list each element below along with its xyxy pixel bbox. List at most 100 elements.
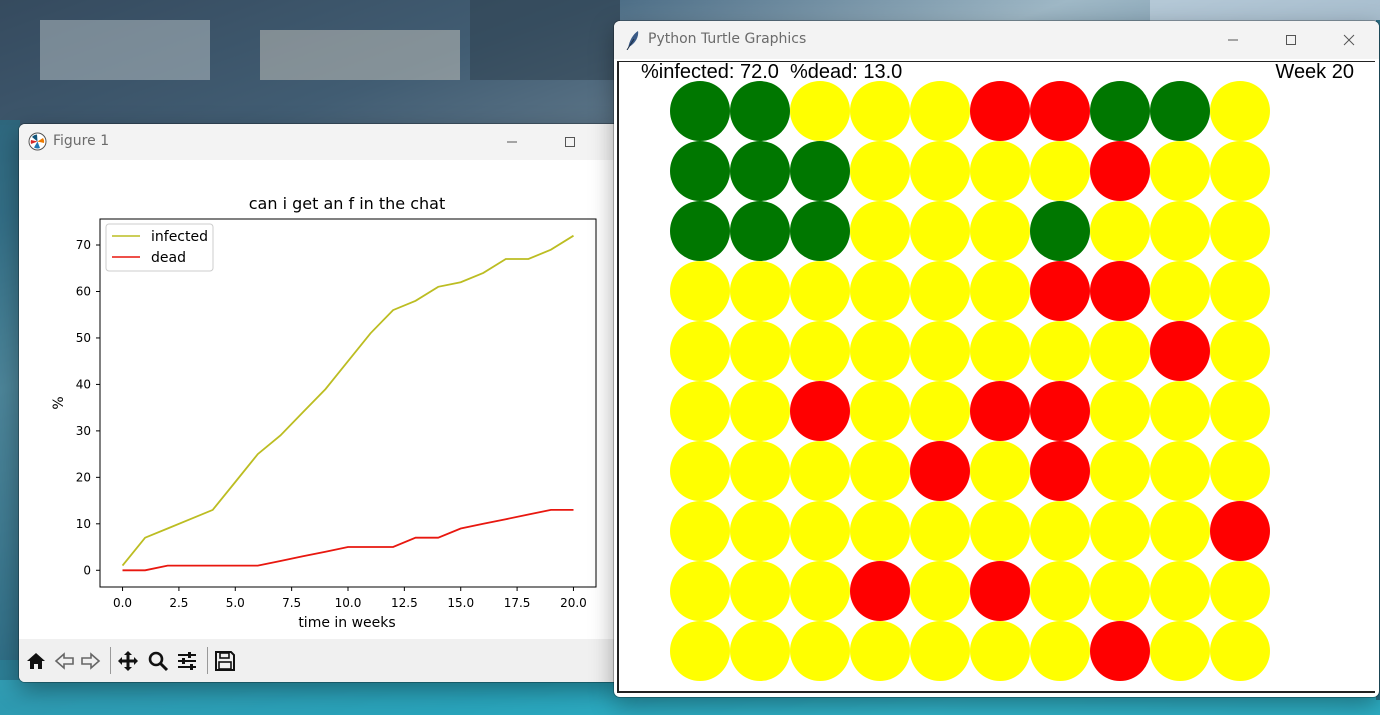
figure-window: Figure 1 can i get an f in the chat 0.0 2… xyxy=(19,124,619,682)
infected-dot xyxy=(670,321,730,381)
feather-icon xyxy=(625,30,641,51)
infected-dot xyxy=(1210,621,1270,681)
infected-dot xyxy=(790,81,850,141)
infected-dot xyxy=(970,141,1030,201)
infected-dot xyxy=(790,261,850,321)
infected-dot xyxy=(1210,321,1270,381)
infected-dot xyxy=(850,201,910,261)
x-tick-label: 0.0 xyxy=(113,596,132,610)
infected-dot xyxy=(670,441,730,501)
close-icon[interactable] xyxy=(1334,21,1364,59)
infected-dot xyxy=(730,561,790,621)
infected-dot xyxy=(1090,381,1150,441)
infected-dot xyxy=(1150,441,1210,501)
infected-dot xyxy=(910,501,970,561)
y-tick-label: 60 xyxy=(76,284,91,298)
infected-dot xyxy=(850,441,910,501)
dead-dot xyxy=(1090,621,1150,681)
y-tick-label: 10 xyxy=(76,517,91,531)
minimize-icon[interactable] xyxy=(1218,21,1248,59)
infected-dot xyxy=(1150,381,1210,441)
y-tick-label: 0 xyxy=(83,563,91,577)
x-tick-label: 15.0 xyxy=(447,596,474,610)
infected-dot xyxy=(910,561,970,621)
infected-dot xyxy=(970,201,1030,261)
dead-dot xyxy=(1030,381,1090,441)
healthy-dot xyxy=(670,141,730,201)
infected-dot xyxy=(1030,501,1090,561)
dead-dot xyxy=(1030,441,1090,501)
infected-dot xyxy=(970,441,1030,501)
infected-dot xyxy=(970,621,1030,681)
infected-dot xyxy=(850,261,910,321)
infected-dot xyxy=(850,81,910,141)
configure-subplots-icon[interactable] xyxy=(175,649,199,673)
legend-dead-label: dead xyxy=(151,250,186,266)
forward-arrow-icon[interactable] xyxy=(79,649,103,673)
maximize-icon[interactable] xyxy=(1276,21,1306,59)
home-icon[interactable] xyxy=(24,649,48,673)
zoom-magnifier-icon[interactable] xyxy=(146,649,170,673)
infected-dot xyxy=(790,501,850,561)
infected-dot xyxy=(1090,441,1150,501)
x-tick-label: 2.5 xyxy=(169,596,188,610)
dead-dot xyxy=(850,561,910,621)
infected-dot xyxy=(1150,201,1210,261)
healthy-dot xyxy=(730,81,790,141)
infected-dot xyxy=(790,321,850,381)
maximize-icon[interactable] xyxy=(555,124,585,160)
turtle-window: Python Turtle Graphics %infected: 72.0 %… xyxy=(614,21,1379,697)
minimize-icon[interactable] xyxy=(497,124,527,160)
infected-dot xyxy=(1210,141,1270,201)
y-tick-label: 20 xyxy=(76,470,91,484)
healthy-dot xyxy=(730,201,790,261)
back-arrow-icon[interactable] xyxy=(52,649,76,673)
dead-dot xyxy=(970,381,1030,441)
infected-dot xyxy=(1150,501,1210,561)
infected-dot xyxy=(1030,561,1090,621)
infected-dot xyxy=(790,441,850,501)
figure-canvas: can i get an f in the chat 0.0 2.5 5.0 7.5 1… xyxy=(19,160,619,639)
infected-dot xyxy=(1150,621,1210,681)
y-axis-label: % xyxy=(51,396,67,409)
infected-dot xyxy=(1090,201,1150,261)
plot-frame xyxy=(99,218,597,588)
healthy-dot xyxy=(1150,81,1210,141)
dead-dot xyxy=(1150,321,1210,381)
infected-dot xyxy=(910,141,970,201)
infected-dot xyxy=(730,621,790,681)
dead-dot xyxy=(970,81,1030,141)
infected-dot xyxy=(910,81,970,141)
infected-dot xyxy=(850,321,910,381)
turtle-canvas: %infected: 72.0 %dead: 13.0 Week 20 xyxy=(617,61,1375,693)
infected-dot xyxy=(1150,141,1210,201)
infected-dot xyxy=(1210,201,1270,261)
dead-dot xyxy=(970,561,1030,621)
infected-dot xyxy=(1210,561,1270,621)
dead-dot xyxy=(790,381,850,441)
chart-legend: infected dead xyxy=(105,223,214,272)
series-line-infected xyxy=(121,234,574,567)
x-tick-label: 7.5 xyxy=(282,596,301,610)
infected-dot xyxy=(910,381,970,441)
dead-dot xyxy=(1090,261,1150,321)
x-tick-label: 17.5 xyxy=(504,596,531,610)
healthy-dot xyxy=(670,201,730,261)
infected-dot xyxy=(910,621,970,681)
infected-dot xyxy=(730,261,790,321)
infected-dot xyxy=(970,261,1030,321)
infected-dot xyxy=(1210,441,1270,501)
dead-dot xyxy=(1210,501,1270,561)
toolbar-separator xyxy=(207,647,208,674)
status-infected-dead: %infected: 72.0 %dead: 13.0 xyxy=(641,62,902,83)
infected-dot xyxy=(730,381,790,441)
x-tick-label: 20.0 xyxy=(560,596,587,610)
save-floppy-icon[interactable] xyxy=(213,649,237,673)
infected-dot xyxy=(670,381,730,441)
turtle-window-title: Python Turtle Graphics xyxy=(648,31,807,47)
pan-move-icon[interactable] xyxy=(116,649,140,673)
x-tick-label: 12.5 xyxy=(391,596,418,610)
infected-dot xyxy=(670,561,730,621)
dead-dot xyxy=(910,441,970,501)
infected-dot xyxy=(1090,321,1150,381)
